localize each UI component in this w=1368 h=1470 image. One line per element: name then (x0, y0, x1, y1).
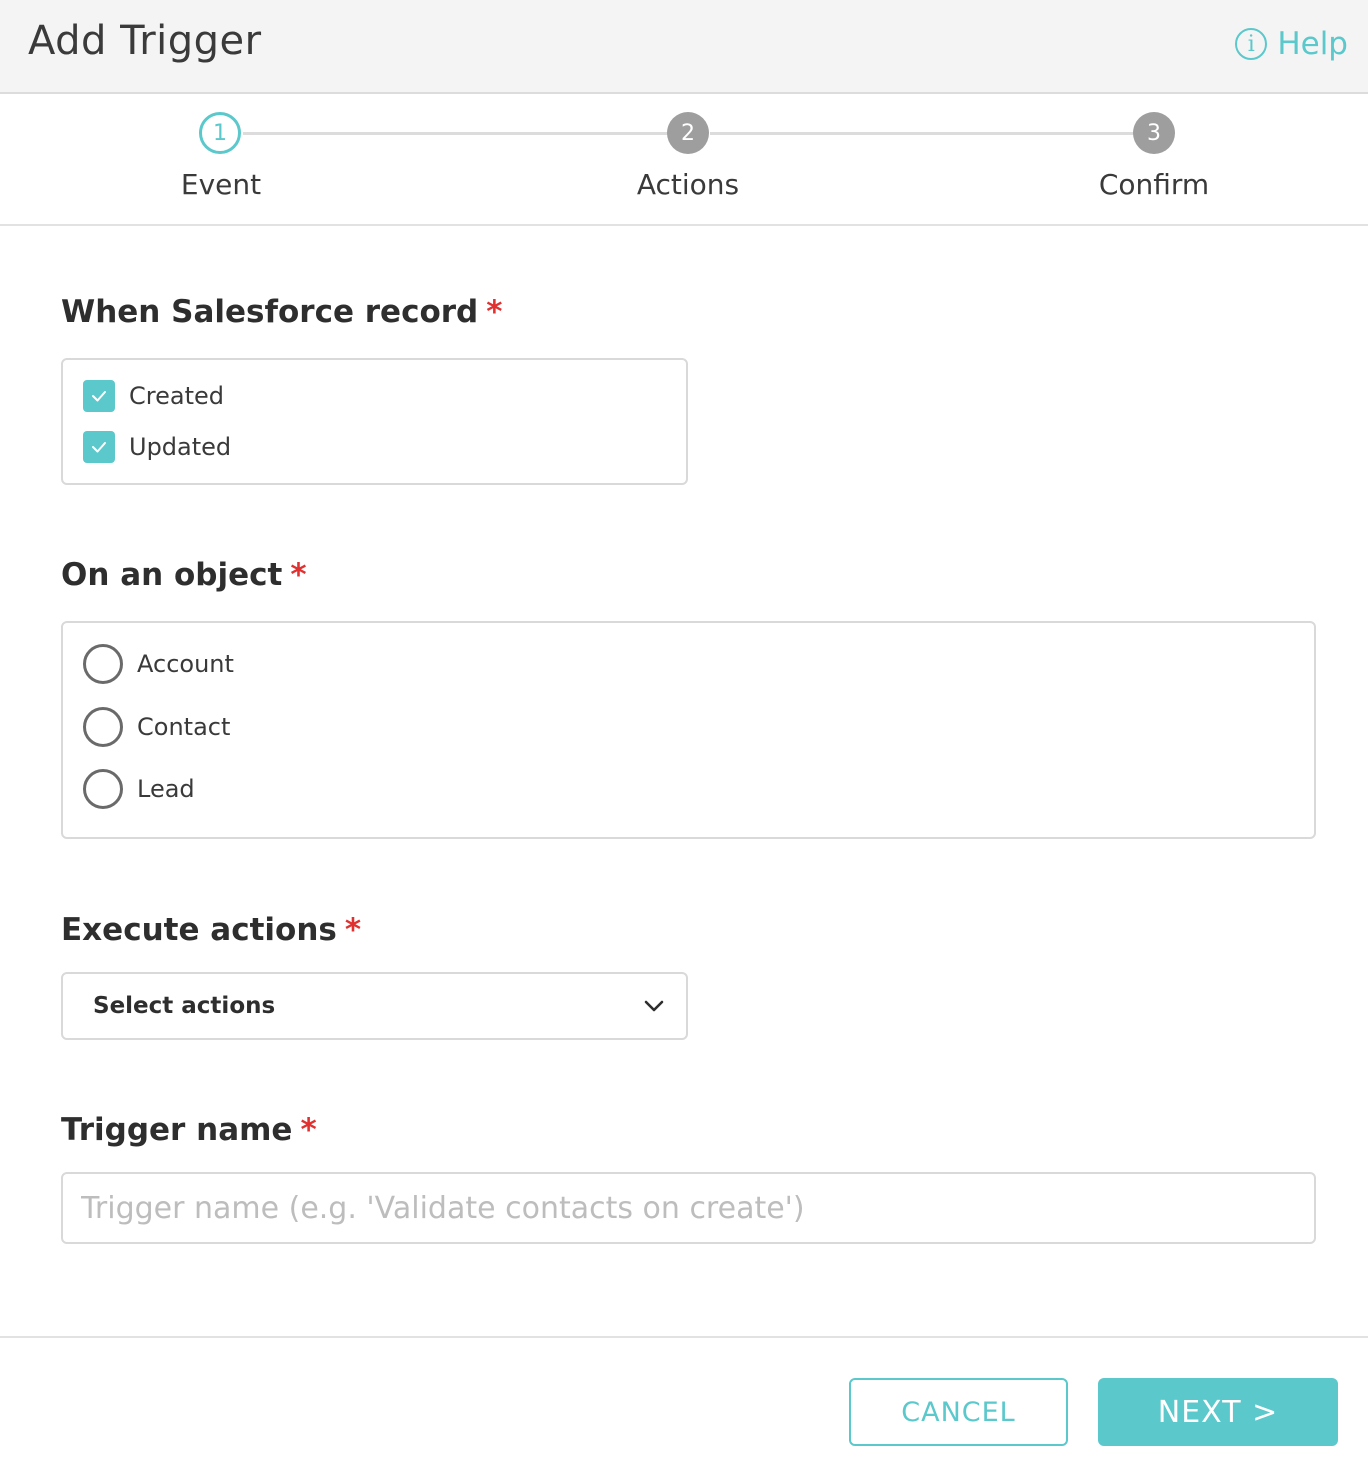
radio-button[interactable] (83, 644, 123, 684)
step-number: 3 (1147, 120, 1161, 146)
help-link[interactable]: i Help (1235, 26, 1348, 62)
info-icon: i (1235, 28, 1268, 60)
object-options-box: Account Contact Lead (61, 621, 1316, 839)
record-options-box: Created Updated (61, 358, 688, 485)
step-1-label: Event (180, 168, 262, 201)
dialog-header: Add Trigger i Help (0, 0, 1368, 94)
object-section-label: On an object * (61, 557, 307, 593)
step-2-label: Actions (636, 168, 740, 201)
radio-account-label: Account (137, 650, 234, 678)
stepper: 1 Event 2 Actions 3 Confirm (0, 94, 1368, 226)
actions-select-value: Select actions (93, 993, 276, 1019)
actions-label-text: Execute actions (61, 912, 337, 948)
checkbox-updated[interactable]: Updated (83, 431, 231, 463)
chevron-down-icon (644, 1000, 664, 1012)
cancel-button[interactable]: CANCEL (849, 1378, 1068, 1446)
radio-button[interactable] (83, 769, 123, 809)
radio-button[interactable] (83, 707, 123, 747)
step-1-indicator: 1 (199, 112, 241, 154)
help-label: Help (1277, 26, 1348, 62)
footer-divider (0, 1336, 1368, 1338)
dialog-title: Add Trigger (28, 18, 262, 64)
step-3-indicator: 3 (1133, 112, 1175, 154)
record-section-label: When Salesforce record * (61, 294, 502, 330)
step-connector (243, 132, 668, 135)
checkbox-updated-label: Updated (129, 433, 232, 461)
radio-contact-label: Contact (137, 713, 231, 741)
step-3-label: Confirm (1098, 168, 1210, 201)
actions-select[interactable]: Select actions (61, 972, 688, 1040)
checkmark-icon[interactable] (83, 431, 115, 463)
required-mark: * (486, 294, 503, 330)
trigger-name-input[interactable] (61, 1172, 1316, 1244)
next-button[interactable]: NEXT > (1098, 1378, 1338, 1446)
step-2-indicator: 2 (667, 112, 709, 154)
radio-lead-label: Lead (137, 775, 195, 803)
radio-lead[interactable]: Lead (83, 769, 195, 809)
object-label-text: On an object (61, 557, 283, 593)
required-mark: * (300, 1112, 317, 1148)
name-section-label: Trigger name * (61, 1112, 317, 1148)
step-connector (710, 132, 1134, 135)
name-label-text: Trigger name (61, 1112, 293, 1148)
radio-account[interactable]: Account (83, 644, 234, 684)
checkbox-created-label: Created (129, 382, 224, 410)
required-mark: * (344, 912, 362, 948)
checkbox-created[interactable]: Created (83, 380, 224, 412)
record-label-text: When Salesforce record (61, 294, 479, 330)
step-number: 2 (681, 120, 695, 146)
required-mark: * (290, 557, 307, 593)
actions-section-label: Execute actions * (61, 912, 361, 948)
radio-contact[interactable]: Contact (83, 707, 230, 747)
step-number: 1 (213, 120, 227, 146)
checkmark-icon[interactable] (83, 380, 115, 412)
